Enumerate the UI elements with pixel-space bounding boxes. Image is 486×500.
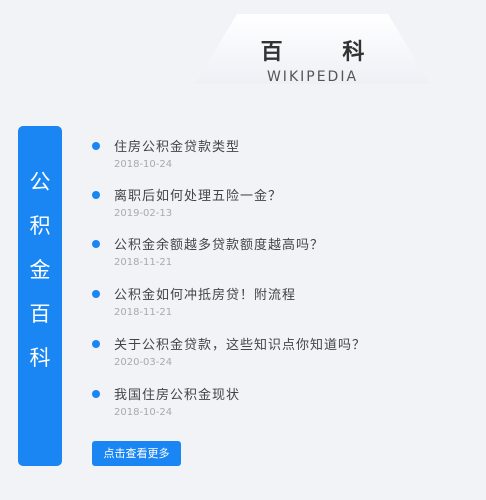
side-char: 积 xyxy=(29,214,51,238)
bullet-dot-icon xyxy=(92,340,100,348)
category-side-bar: 公 积 金 百 科 xyxy=(18,126,62,466)
side-char: 百 xyxy=(29,302,51,326)
article-title-link[interactable]: 离职后如何处理五险一金？ xyxy=(114,185,282,204)
list-item[interactable]: 公积金余额越多贷款额度越高吗？ 2018-11-21 xyxy=(90,236,470,276)
header-title: 百 科 xyxy=(260,40,391,65)
wiki-panel: 百 科 WIKIPEDIA 公 积 金 百 科 住房公积金贷款类型 2018-1… xyxy=(0,0,486,500)
article-date: 2018-10-24 xyxy=(114,159,173,170)
view-more-button[interactable]: 点击查看更多 xyxy=(92,441,181,466)
article-title-link[interactable]: 我国住房公积金现状 xyxy=(114,384,240,403)
article-date: 2018-11-21 xyxy=(114,307,173,318)
side-char: 金 xyxy=(29,258,51,282)
list-item[interactable]: 公积金如何冲抵房贷！附流程 2018-11-21 xyxy=(90,286,470,326)
article-date: 2020-03-24 xyxy=(114,357,173,368)
side-char: 科 xyxy=(29,346,51,370)
list-item[interactable]: 我国住房公积金现状 2018-10-24 xyxy=(90,386,470,426)
list-item[interactable]: 关于公积金贷款，这些知识点你知道吗？ 2020-03-24 xyxy=(90,336,470,376)
article-date: 2019-02-13 xyxy=(114,208,173,219)
bullet-dot-icon xyxy=(92,240,100,248)
article-title-link[interactable]: 关于公积金贷款，这些知识点你知道吗？ xyxy=(114,334,366,353)
article-title-link[interactable]: 公积金如何冲抵房贷！附流程 xyxy=(114,284,296,303)
bullet-dot-icon xyxy=(92,142,100,150)
list-item[interactable]: 住房公积金贷款类型 2018-10-24 xyxy=(90,138,470,178)
article-date: 2018-10-24 xyxy=(114,407,173,418)
header-subtitle: WIKIPEDIA xyxy=(266,69,359,85)
article-date: 2018-11-21 xyxy=(114,257,173,268)
bullet-dot-icon xyxy=(92,290,100,298)
bullet-dot-icon xyxy=(92,191,100,199)
side-char: 公 xyxy=(29,170,51,194)
article-title-link[interactable]: 公积金余额越多贷款额度越高吗？ xyxy=(114,234,324,253)
article-title-link[interactable]: 住房公积金贷款类型 xyxy=(114,136,240,155)
list-item[interactable]: 离职后如何处理五险一金？ 2019-02-13 xyxy=(90,187,470,227)
bullet-dot-icon xyxy=(92,390,100,398)
wiki-header: 百 科 WIKIPEDIA xyxy=(195,14,430,85)
